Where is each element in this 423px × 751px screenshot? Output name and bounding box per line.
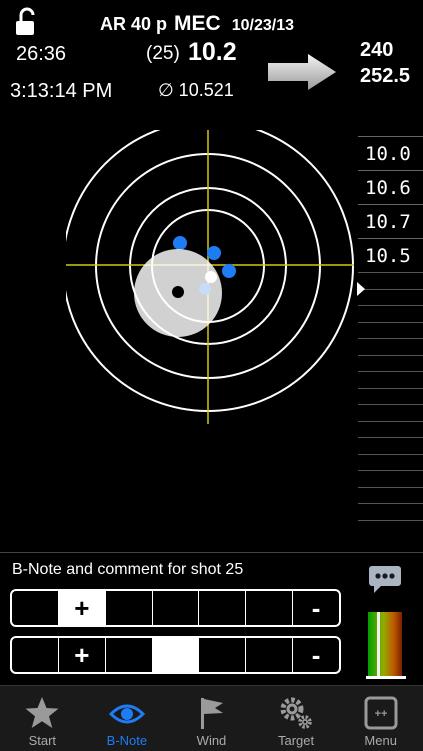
bnote-cell-minus[interactable]: - — [293, 638, 339, 672]
tab-target-label: Target — [278, 733, 315, 748]
score-row-empty[interactable] — [358, 404, 423, 421]
tab-bar: Start B-Note Wind Target ++ Menu — [0, 685, 423, 751]
bnote-label: B-Note and comment for shot 25 — [12, 561, 244, 578]
shot-marker — [199, 283, 211, 295]
star-icon — [25, 697, 59, 728]
bnote-cell-plus[interactable]: + — [58, 591, 106, 625]
tab-wind-label: Wind — [196, 733, 227, 748]
tab-bnote[interactable]: B-Note — [85, 686, 170, 751]
score-row[interactable]: 10.5 — [358, 238, 423, 272]
level-meter — [366, 610, 406, 685]
bnote-cell[interactable] — [12, 638, 59, 672]
flag-icon — [201, 698, 224, 729]
next-arrow-icon[interactable] — [266, 52, 338, 97]
total-decimal: 252.5 — [360, 65, 411, 87]
score-row-empty[interactable] — [358, 519, 423, 537]
score-row-empty[interactable] — [358, 338, 423, 355]
match-header: AR 40 p MEC 10/23/13 — [100, 12, 294, 36]
total-series: 240 — [360, 39, 394, 61]
bnote-row-2[interactable]: + - — [10, 636, 341, 674]
bnote-cell[interactable] — [199, 638, 247, 672]
shot-marker — [207, 246, 221, 260]
score-row-empty[interactable] — [358, 305, 423, 322]
svg-text:++: ++ — [374, 708, 387, 720]
bnote-cell[interactable] — [106, 638, 153, 672]
score-row-empty[interactable] — [358, 288, 423, 306]
bnote-row-1[interactable]: + - — [10, 589, 341, 627]
comment-icon[interactable] — [368, 565, 402, 600]
tab-wind[interactable]: Wind — [169, 686, 254, 751]
eye-icon — [108, 704, 145, 724]
score-row[interactable]: 10.0 — [358, 136, 423, 170]
shot-score-list[interactable]: 10.0 10.6 10.7 10.5 — [358, 136, 423, 536]
gears-icon — [280, 697, 312, 729]
score-row-empty[interactable] — [358, 503, 423, 520]
tab-start-label: Start — [28, 733, 57, 748]
bnote-cell[interactable] — [246, 638, 294, 672]
score-row-empty[interactable] — [358, 321, 423, 339]
bnote-cell[interactable] — [153, 591, 200, 625]
shot-score: 10.2 — [188, 38, 237, 66]
unlocked-icon[interactable] — [12, 6, 44, 43]
shot-marker — [205, 271, 217, 283]
bnote-cell[interactable] — [12, 591, 59, 625]
score-row-empty[interactable] — [358, 420, 423, 438]
range-name: MEC — [174, 12, 221, 35]
match-date: 10/23/13 — [231, 17, 295, 34]
bnote-cell[interactable] — [199, 591, 247, 625]
score-row-empty[interactable] — [358, 453, 423, 471]
bnote-cell[interactable] — [106, 591, 153, 625]
shot-marker — [222, 264, 236, 278]
event-name: AR 40 p — [100, 14, 168, 34]
tab-start[interactable]: Start — [0, 686, 85, 751]
bnote-cell[interactable] — [246, 591, 294, 625]
score-row-empty[interactable] — [358, 486, 423, 504]
bnote-cell-minus[interactable]: - — [293, 591, 339, 625]
average-score: ∅ 10.521 — [158, 80, 234, 100]
current-row-indicator-icon — [356, 281, 366, 302]
bnote-cell[interactable] — [152, 638, 200, 672]
target-center-dot — [172, 286, 184, 298]
bnote-cell-plus[interactable]: + — [59, 638, 106, 672]
countdown-timer: 26:36 — [16, 43, 67, 65]
score-row-empty[interactable] — [358, 354, 423, 372]
score-row-empty[interactable] — [358, 387, 423, 405]
shot-number: (25) — [146, 43, 180, 64]
tab-menu[interactable]: ++ Menu — [338, 686, 423, 751]
shot-marker — [173, 236, 187, 250]
divider — [0, 552, 423, 553]
score-row-empty[interactable] — [358, 272, 423, 289]
score-row-empty[interactable] — [358, 470, 423, 487]
tab-target[interactable]: Target — [254, 686, 339, 751]
score-row-empty[interactable] — [358, 371, 423, 388]
tab-menu-label: Menu — [364, 733, 397, 748]
score-row[interactable]: 10.6 — [358, 170, 423, 204]
score-row-empty[interactable] — [358, 437, 423, 454]
clock-time: 3:13:14 PM — [10, 80, 113, 102]
tab-bnote-label: B-Note — [106, 733, 148, 748]
menu-icon: ++ — [364, 696, 398, 730]
score-row[interactable]: 10.7 — [358, 204, 423, 238]
target-view[interactable] — [62, 130, 358, 429]
